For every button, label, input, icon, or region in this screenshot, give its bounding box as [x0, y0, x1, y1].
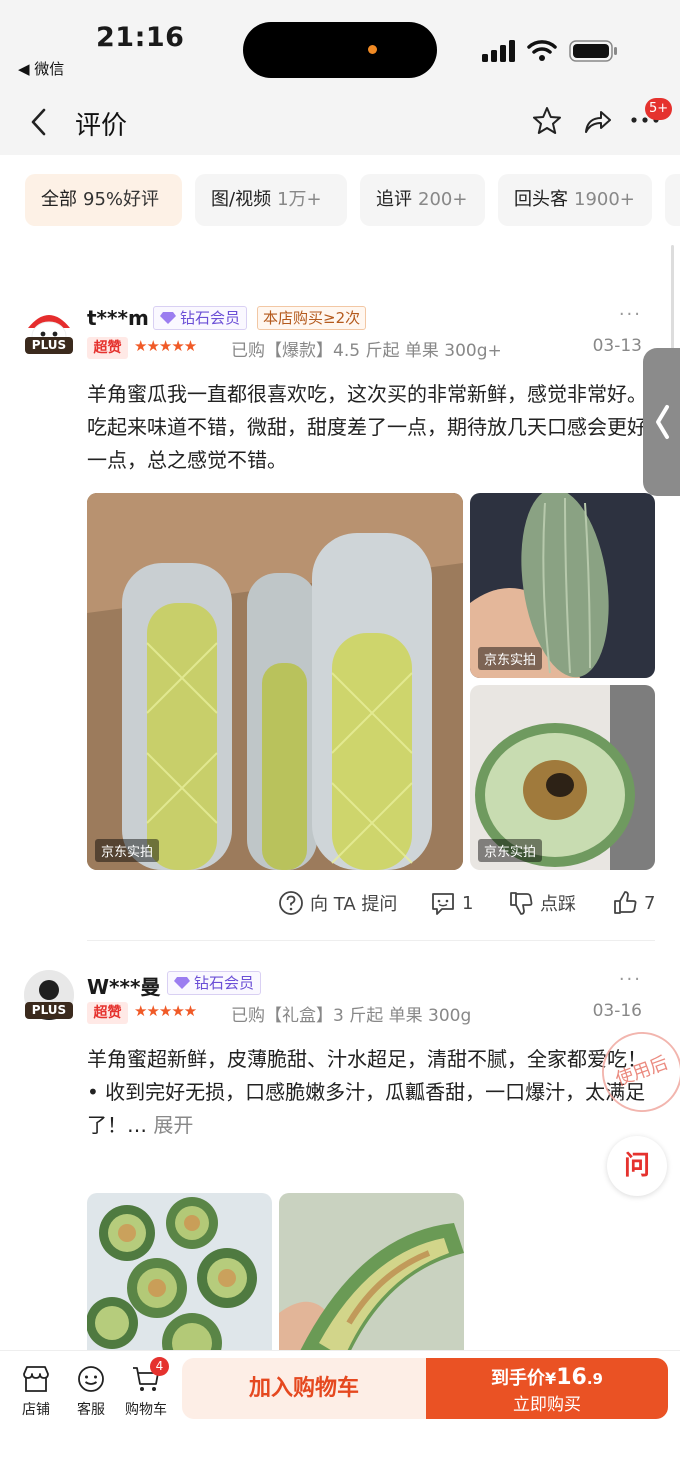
tab-follow-up[interactable]: 追评 200+: [360, 174, 485, 226]
cart-count-badge: 4: [150, 1357, 169, 1376]
star-rating: ★★★★★: [134, 1002, 197, 1020]
status-time: 21:16: [96, 22, 185, 53]
member-badge: 钻石会员: [167, 971, 262, 995]
melon-slices-image: [87, 1193, 272, 1350]
like-button[interactable]: 7: [612, 890, 655, 916]
thumbs-up-icon: [614, 891, 637, 914]
purchase-spec: 已购【爆款】4.5 斤起 单果 300g+: [231, 341, 502, 361]
comment-button[interactable]: 1: [430, 890, 473, 916]
side-drawer-handle[interactable]: [643, 348, 680, 496]
reviewer-name: W***曼: [87, 975, 161, 999]
photo-tag: 京东实拍: [478, 839, 543, 862]
melon-box-image: [87, 493, 463, 870]
service-button[interactable]: 客服: [66, 1359, 116, 1419]
review-photo[interactable]: 京东实拍: [470, 493, 655, 678]
photo-tag: 京东实拍: [478, 647, 543, 670]
reviewer-name: t***m: [87, 306, 149, 330]
chevron-left-icon: [656, 405, 669, 439]
tab-more-partial[interactable]: [665, 174, 680, 226]
plus-badge: PLUS: [25, 1002, 73, 1019]
back-arrow-icon[interactable]: [28, 107, 50, 137]
star-rating: ★★★★★: [134, 337, 197, 355]
comment-icon: [432, 893, 454, 915]
dislike-button[interactable]: 点踩: [508, 890, 576, 916]
tab-all[interactable]: 全部 95%好评: [25, 174, 182, 226]
store-icon: [23, 1366, 49, 1392]
add-to-cart-button[interactable]: 加入购物车: [182, 1358, 426, 1419]
price-value: 16: [556, 1365, 587, 1390]
bottom-bar: 店铺 客服 购物车 4 加入购物车 到手价¥16.9 立即购买: [0, 1350, 680, 1477]
back-to-app-link[interactable]: ◀ 微信: [18, 58, 64, 79]
diamond-icon: [160, 312, 176, 324]
status-bar: 21:16 ◀ 微信: [0, 0, 680, 95]
review-photo[interactable]: 京东实拍: [470, 685, 655, 870]
purchase-spec: 已购【礼盒】3 斤起 单果 300g: [231, 1006, 472, 1026]
member-badge: 钻石会员: [153, 306, 248, 330]
review-photo[interactable]: 京东实拍: [87, 493, 463, 870]
star-favorite-icon[interactable]: [532, 106, 562, 136]
ask-ta-button[interactable]: 向 TA 提问: [278, 890, 397, 916]
customer-service-icon: [78, 1366, 104, 1392]
filter-tabs: 全部 95%好评 图/视频 1万+ 追评 200+ 回头客 1900+: [0, 155, 680, 245]
review-text: 羊角蜜超新鲜，皮薄脆甜、汁水超足，清甜不腻，全家都爱吃！ • 收到完好无损，口感…: [87, 1047, 647, 1137]
review-text: 羊角蜜瓜我一直都很喜欢吃，这次买的非常新鲜，感觉非常好。吃起来味道不错，微甜，甜…: [87, 382, 647, 472]
thumbs-down-icon: [510, 892, 533, 915]
buy-now-button[interactable]: 到手价¥16.9 立即购买: [426, 1358, 668, 1419]
repeat-buyer-badge: 本店购买≥2次: [257, 306, 367, 330]
battery-icon: [569, 40, 617, 62]
review-photo[interactable]: [87, 1193, 272, 1350]
wifi-icon: [527, 40, 557, 61]
divider: [87, 940, 655, 941]
rating-tag: 超赞: [87, 1002, 128, 1024]
review-card: PLUS W***曼 钻石会员 ··· 超赞 ★★★★★ 已购【礼盒】3 斤起 …: [0, 955, 680, 1350]
review-more-icon[interactable]: ···: [619, 304, 642, 325]
ask-floating-button[interactable]: 问: [607, 1136, 667, 1196]
store-button[interactable]: 店铺: [11, 1359, 61, 1419]
notification-badge: 5+: [645, 98, 673, 120]
plus-badge: PLUS: [25, 337, 73, 354]
expand-link[interactable]: 展开: [153, 1113, 193, 1137]
tab-returning-customer[interactable]: 回头客 1900+: [498, 174, 652, 226]
tab-photo-video[interactable]: 图/视频 1万+: [195, 174, 347, 226]
review-date: 03-13: [592, 336, 642, 356]
review-date: 03-16: [592, 1001, 642, 1021]
melon-halved-image: [279, 1193, 464, 1350]
share-icon[interactable]: [582, 106, 612, 136]
diamond-icon: [174, 977, 190, 989]
dynamic-island: [243, 22, 437, 78]
page-title: 评价: [75, 111, 128, 141]
question-icon: [279, 891, 303, 915]
rating-tag: 超赞: [87, 337, 128, 359]
review-photo[interactable]: [279, 1193, 464, 1350]
signal-icon: [482, 40, 515, 62]
photo-tag: 京东实拍: [95, 839, 160, 862]
review-more-icon[interactable]: ···: [619, 969, 642, 990]
review-card: PLUS t***m 钻石会员 本店购买≥2次 ··· 超赞 ★★★★★ 已购【…: [0, 290, 680, 950]
